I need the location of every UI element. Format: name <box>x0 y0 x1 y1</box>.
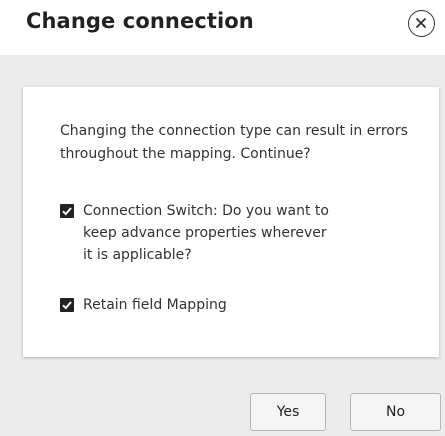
connection-switch-label: Connection Switch: Do you want to keep a… <box>83 203 329 263</box>
dialog-header: Change connection <box>0 0 445 55</box>
checkmark-icon <box>62 207 72 216</box>
close-icon <box>416 18 426 28</box>
yes-button[interactable]: Yes <box>250 393 326 431</box>
connection-switch-checkbox[interactable] <box>60 204 74 218</box>
retain-field-mapping-checkbox[interactable] <box>60 298 74 312</box>
retain-field-mapping-option[interactable]: Retain field Mapping <box>60 294 360 316</box>
close-button[interactable] <box>408 10 435 37</box>
change-connection-dialog: Change connection Changing the connectio… <box>0 0 445 436</box>
dialog-body: Changing the connection type can result … <box>23 87 439 357</box>
warning-message: Changing the connection type can result … <box>60 123 408 162</box>
dialog-title: Change connection <box>26 9 254 33</box>
retain-field-mapping-label: Retain field Mapping <box>83 297 227 313</box>
checkmark-icon <box>62 301 72 310</box>
connection-switch-option[interactable]: Connection Switch: Do you want to keep a… <box>60 200 330 266</box>
no-button[interactable]: No <box>350 393 441 431</box>
